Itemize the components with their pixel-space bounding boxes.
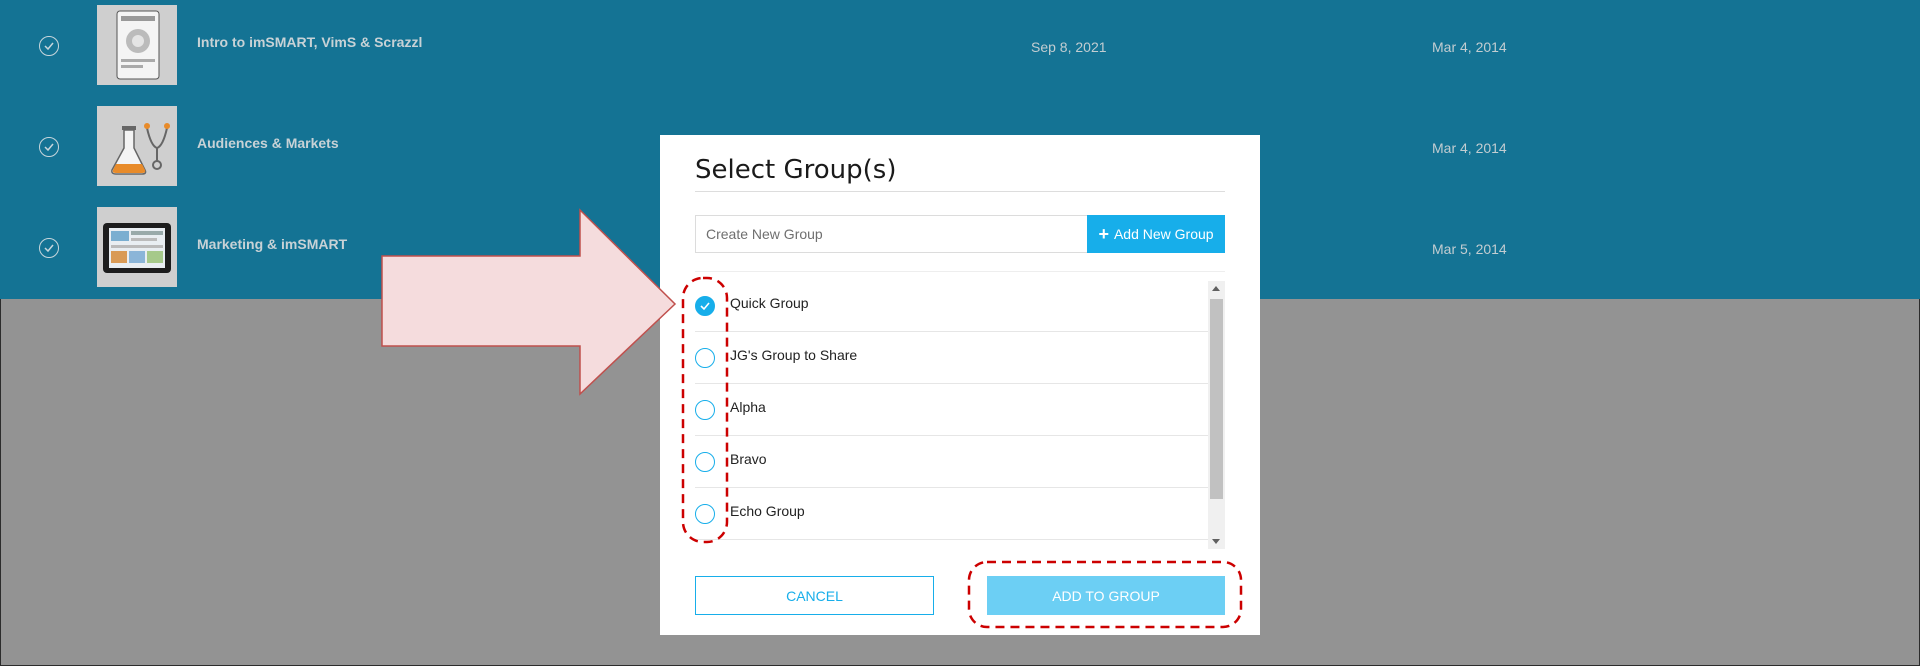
scrollbar-thumb[interactable] (1210, 299, 1223, 499)
group-item[interactable]: Quick Group (695, 280, 1225, 332)
row-title[interactable]: Audiences & Markets (197, 135, 339, 151)
plus-icon: + (1098, 224, 1109, 244)
scroll-down-arrow-icon[interactable] (1212, 539, 1220, 544)
check-circle-icon[interactable] (39, 36, 59, 56)
row-title[interactable]: Marketing & imSMART (197, 236, 347, 252)
cancel-button[interactable]: CANCEL (695, 576, 934, 615)
flyer-thumbnail[interactable] (97, 5, 177, 85)
row-date-created: Mar 4, 2014 (1432, 140, 1507, 156)
row-date-modified: Sep 8, 2021 (1031, 39, 1107, 55)
title-divider (695, 191, 1225, 192)
scroll-up-arrow-icon[interactable] (1212, 286, 1220, 291)
radio-icon[interactable] (695, 400, 715, 420)
radio-icon[interactable] (695, 452, 715, 472)
group-list-scrollbar[interactable] (1208, 281, 1225, 549)
lab-flask-thumbnail[interactable] (97, 106, 177, 186)
group-item[interactable]: JG's Group to Share (695, 332, 1225, 384)
modal-title: Select Group(s) (695, 155, 897, 185)
list-divider (695, 271, 1225, 272)
add-new-group-label: Add New Group (1113, 226, 1214, 242)
add-to-group-button[interactable]: ADD TO GROUP (987, 576, 1225, 615)
check-circle-icon[interactable] (39, 238, 59, 258)
row-title[interactable]: Intro to imSMART, VimS & Scrazzl (197, 34, 422, 50)
tablet-thumbnail[interactable] (97, 207, 177, 287)
radio-icon[interactable] (695, 348, 715, 368)
create-new-group-input[interactable] (695, 215, 1088, 253)
group-list[interactable]: Quick Group JG's Group to Share Alpha Br… (695, 280, 1225, 550)
row-date-created: Mar 4, 2014 (1432, 39, 1507, 55)
radio-icon[interactable] (695, 504, 715, 524)
group-item[interactable]: Alpha (695, 384, 1225, 436)
group-label: JG's Group to Share (730, 347, 858, 363)
list-row[interactable]: Intro to imSMART, VimS & Scrazzl Sep 8, … (0, 0, 1920, 101)
group-item-partial[interactable] (695, 540, 1225, 550)
group-item[interactable]: Echo Group (695, 488, 1225, 540)
group-label: Quick Group (730, 295, 809, 311)
select-groups-modal: Select Group(s) + Add New Group Quick Gr… (660, 135, 1260, 635)
add-new-group-button[interactable]: + Add New Group (1087, 215, 1225, 253)
checked-radio-icon[interactable] (695, 296, 715, 316)
group-label: Echo Group (730, 503, 805, 519)
group-label: Alpha (730, 399, 766, 415)
group-label: Bravo (730, 451, 767, 467)
check-circle-icon[interactable] (39, 137, 59, 157)
group-item[interactable]: Bravo (695, 436, 1225, 488)
row-date-created: Mar 5, 2014 (1432, 241, 1507, 257)
